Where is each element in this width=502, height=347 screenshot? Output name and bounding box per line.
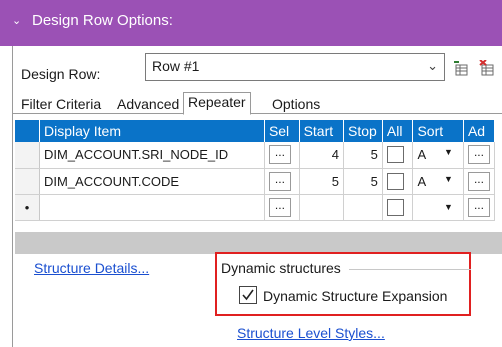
row-header[interactable] <box>15 168 40 195</box>
sort-value: A <box>417 173 427 189</box>
col-header-sort[interactable]: Sort <box>412 120 464 142</box>
display-item-cell[interactable]: DIM_ACCOUNT.CODE <box>39 168 265 195</box>
sel-ellipsis-button[interactable]: ... <box>268 171 291 191</box>
start-cell[interactable] <box>299 194 345 221</box>
sort-cell[interactable]: ▼ <box>412 194 464 221</box>
table-row-new[interactable]: • ... ▼ ... <box>15 194 496 221</box>
chevron-down-icon[interactable]: ⌄ <box>12 14 21 27</box>
col-header-start[interactable]: Start <box>299 120 345 142</box>
all-checkbox[interactable] <box>386 172 404 190</box>
checkmark-icon <box>242 289 254 301</box>
structure-details-link[interactable]: Structure Details... <box>34 260 149 276</box>
chevron-down-icon[interactable]: ⌄ <box>427 58 438 74</box>
dynamic-expansion-checkbox[interactable] <box>239 286 257 304</box>
table-row[interactable]: DIM_ACCOUNT.SRI_NODE_ID ... 4 5 A ▼ ... <box>15 142 496 169</box>
stop-cell[interactable]: 5 <box>343 168 383 195</box>
col-header-all[interactable]: All <box>382 120 414 142</box>
design-row-label: Design Row: <box>21 66 101 82</box>
row-header-corner <box>15 120 40 142</box>
new-row-marker[interactable]: • <box>15 194 40 221</box>
sort-cell[interactable]: A ▼ <box>412 142 464 169</box>
tab-options[interactable]: Options <box>268 95 324 114</box>
table-row[interactable]: DIM_ACCOUNT.CODE ... 5 5 A ▼ ... <box>15 168 496 195</box>
add-ellipsis-button[interactable]: ... <box>467 145 490 165</box>
dropdown-arrow-icon[interactable]: ▼ <box>444 147 453 162</box>
col-header-stop[interactable]: Stop <box>343 120 383 142</box>
all-checkbox[interactable] <box>386 198 404 216</box>
design-row-value: Row #1 <box>152 58 200 74</box>
all-checkbox[interactable] <box>386 146 404 164</box>
display-item-cell[interactable]: DIM_ACCOUNT.SRI_NODE_ID <box>39 142 265 169</box>
tab-filter-criteria[interactable]: Filter Criteria <box>17 95 105 114</box>
stop-cell[interactable] <box>343 194 383 221</box>
start-cell[interactable]: 5 <box>299 168 345 195</box>
grid-header-row: Display Item Sel Start Stop All Sort Ad <box>15 120 496 142</box>
dynamic-structures-label: Dynamic structures <box>221 260 345 276</box>
sel-ellipsis-button[interactable]: ... <box>268 197 291 217</box>
group-divider <box>349 269 471 270</box>
col-header-display-item[interactable]: Display Item <box>39 120 265 142</box>
structure-level-styles-link[interactable]: Structure Level Styles... <box>237 325 385 341</box>
stop-cell[interactable]: 5 <box>343 142 383 169</box>
section-title: Design Row Options: <box>32 12 173 29</box>
dropdown-arrow-icon[interactable]: ▼ <box>444 202 453 212</box>
start-cell[interactable]: 4 <box>299 142 345 169</box>
col-header-add[interactable]: Ad <box>463 120 496 142</box>
add-ellipsis-button[interactable]: ... <box>467 171 490 191</box>
add-row-icon[interactable] <box>453 60 469 76</box>
dropdown-arrow-icon[interactable]: ▼ <box>444 174 453 189</box>
delete-row-icon[interactable] <box>479 60 495 76</box>
design-row-select[interactable]: Row #1 ⌄ <box>145 53 445 81</box>
section-header[interactable]: ⌄ Design Row Options: <box>0 0 502 46</box>
sel-ellipsis-button[interactable]: ... <box>268 145 291 165</box>
display-item-cell[interactable] <box>39 194 265 221</box>
options-tabstrip: Filter Criteria Advanced Repeater Option… <box>13 92 502 115</box>
row-header[interactable] <box>15 142 40 169</box>
repeater-grid: Display Item Sel Start Stop All Sort Ad … <box>15 120 496 229</box>
dynamic-expansion-label[interactable]: Dynamic Structure Expansion <box>263 288 447 304</box>
tab-repeater[interactable]: Repeater <box>183 92 251 115</box>
sort-cell[interactable]: A ▼ <box>412 168 464 195</box>
tab-advanced[interactable]: Advanced <box>113 95 183 114</box>
col-header-sel[interactable]: Sel <box>264 120 300 142</box>
grid-footer-bar <box>15 232 502 254</box>
design-row-panel: Design Row: Row #1 ⌄ Filter Criteria Adv… <box>12 46 502 347</box>
sort-value: A <box>417 147 427 163</box>
add-ellipsis-button[interactable]: ... <box>467 197 490 217</box>
